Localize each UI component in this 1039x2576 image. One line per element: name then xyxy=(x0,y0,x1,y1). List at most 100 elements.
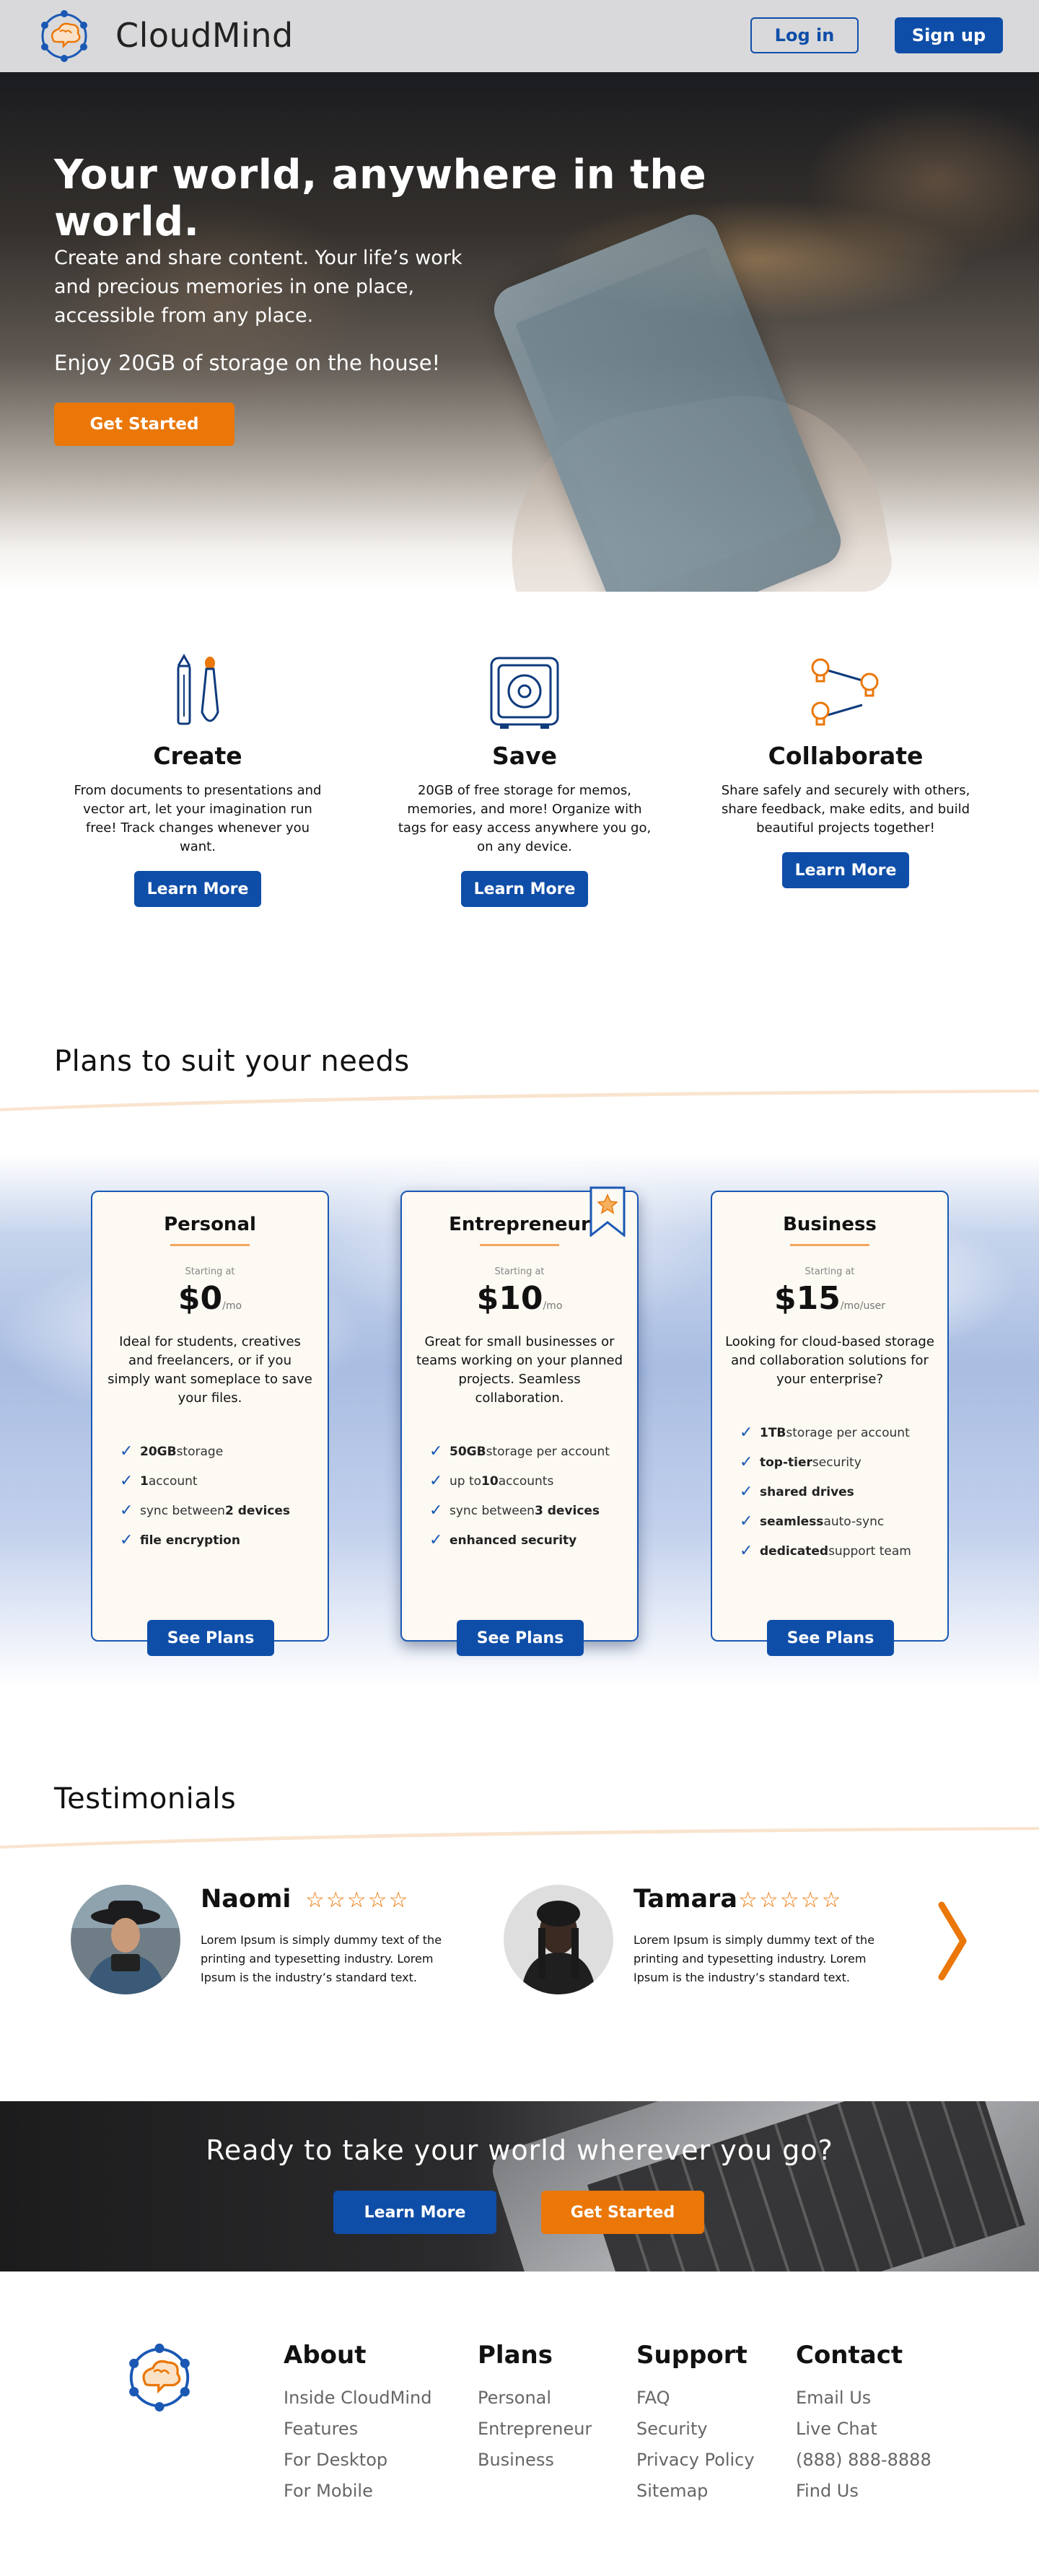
feature-text: From documents to presentations and vect… xyxy=(74,783,322,854)
band-title: Ready to take your world wherever you go… xyxy=(206,2134,833,2166)
footer-column-support: Support FAQ Security Privacy Policy Site… xyxy=(636,2341,755,2507)
footer-column-title: Support xyxy=(636,2341,748,2370)
footer-link[interactable]: Live Chat xyxy=(796,2414,931,2445)
plan-feature-item: ✓ dedicated support team xyxy=(740,1542,911,1560)
feature-text: Share safely and securely with others, s… xyxy=(721,783,970,836)
footer-column-title: Contact xyxy=(796,2341,903,2370)
footer-column-contact: Contact Email Us Live Chat (888) 888-888… xyxy=(796,2341,931,2507)
avatar xyxy=(504,1885,613,1994)
plan-price-period: /mo/user xyxy=(840,1300,886,1312)
footer-link[interactable]: Sitemap xyxy=(636,2476,755,2507)
footer-link[interactable]: For Mobile xyxy=(284,2476,431,2507)
footer-link[interactable]: (888) 888-8888 xyxy=(796,2445,931,2476)
plan-name: Personal xyxy=(164,1214,256,1235)
top-nav: CloudMind Log in Sign up xyxy=(0,0,1039,72)
featured-star-ribbon-icon xyxy=(589,1186,626,1237)
footer-link[interactable]: Entrepreneur xyxy=(478,2414,592,2445)
avatar xyxy=(71,1885,180,1994)
check-icon: ✓ xyxy=(120,1502,133,1520)
check-icon: ✓ xyxy=(120,1472,133,1490)
plan-feature-item: ✓ sync between 2 devices xyxy=(120,1502,291,1520)
plan-feature-item: ✓ seamless auto-sync xyxy=(740,1512,885,1530)
hero-subtitle: Create and share content. Your life’s wo… xyxy=(54,247,462,327)
footer-link[interactable]: Inside CloudMind xyxy=(284,2383,431,2414)
hero-section: Your world, anywhere in the world. Creat… xyxy=(0,72,1039,592)
testimonial-name: Tamara xyxy=(634,1885,737,1914)
brand-name[interactable]: CloudMind xyxy=(115,16,294,55)
testimonials-section-title: Testimonials xyxy=(54,1782,237,1815)
footer-link[interactable]: Privacy Policy xyxy=(636,2445,755,2476)
footer-link[interactable]: Email Us xyxy=(796,2383,931,2414)
plan-card-business: Business Starting at $15/mo/user Looking… xyxy=(711,1191,949,1656)
band-get-started-button[interactable]: Get Started xyxy=(541,2191,704,2234)
plan-price-period: /mo xyxy=(543,1300,563,1312)
plan-feature-item: ✓ 1 account xyxy=(120,1472,198,1490)
plan-feature-list: ✓ 50GB storage per account ✓ up to 10 acco… xyxy=(429,1437,637,1555)
learn-more-button[interactable]: Learn More xyxy=(461,871,588,907)
footer-column-title: Plans xyxy=(478,2341,553,2370)
cloudmind-logo-icon[interactable] xyxy=(36,6,92,66)
plan-feature-item: ✓ 20GB storage xyxy=(120,1442,224,1460)
footer-link[interactable]: Security xyxy=(636,2414,755,2445)
plan-feature-item: ✓ top-tier security xyxy=(740,1453,862,1471)
plan-feature-item: ✓ sync between 3 devices xyxy=(429,1502,600,1520)
check-icon: ✓ xyxy=(740,1512,753,1530)
testimonial-quote: Lorem Ipsum is simply dummy text of the … xyxy=(201,1933,442,1984)
signup-button[interactable]: Sign up xyxy=(895,17,1003,53)
testimonials-divider-swoosh xyxy=(0,1827,1039,1849)
see-plans-button[interactable]: See Plans xyxy=(457,1620,584,1656)
check-icon: ✓ xyxy=(740,1542,753,1560)
footer-link[interactable]: For Desktop xyxy=(284,2445,431,2476)
plan-description: Ideal for students, creatives and freela… xyxy=(108,1334,312,1406)
check-icon: ✓ xyxy=(740,1483,753,1501)
plan-feature-item: ✓ shared drives xyxy=(740,1483,854,1501)
plan-price-period: /mo xyxy=(222,1300,242,1312)
feature-title: Create xyxy=(153,742,242,770)
footer-column-plans: Plans Personal Entrepreneur Business xyxy=(478,2341,592,2476)
check-icon: ✓ xyxy=(740,1453,753,1471)
footer-link[interactable]: Features xyxy=(284,2414,431,2445)
check-icon: ✓ xyxy=(740,1424,753,1442)
plan-card-personal: Personal Starting at $0/mo Ideal for stu… xyxy=(91,1191,329,1656)
plan-starting-label: Starting at xyxy=(185,1266,235,1277)
footer-link[interactable]: Personal xyxy=(478,2383,592,2414)
feature-title: Save xyxy=(492,742,557,770)
plan-description: Great for small businesses or teams work… xyxy=(416,1334,623,1406)
see-plans-button[interactable]: See Plans xyxy=(147,1620,274,1656)
check-icon: ✓ xyxy=(120,1442,133,1460)
pencil-brush-icon xyxy=(53,649,342,736)
footer-column-about: About Inside CloudMind Features For Desk… xyxy=(284,2341,431,2507)
plan-feature-item: ✓ 50GB storage per account xyxy=(429,1442,610,1460)
band-learn-more-button[interactable]: Learn More xyxy=(333,2191,496,2234)
band-background-laptop xyxy=(487,2101,1039,2271)
chevron-right-icon[interactable] xyxy=(934,1898,970,1984)
footer-link[interactable]: Find Us xyxy=(796,2476,931,2507)
footer-link[interactable]: Business xyxy=(478,2445,592,2476)
footer-link[interactable]: FAQ xyxy=(636,2383,755,2414)
plans-section-title: Plans to suit your needs xyxy=(54,1045,410,1078)
plan-price: $0 xyxy=(177,1280,223,1317)
star-rating-icon: ☆☆☆☆☆ xyxy=(305,1888,410,1913)
feature-collaborate: Collaborate Share safely and securely wi… xyxy=(701,649,990,888)
login-button[interactable]: Log in xyxy=(750,17,859,53)
see-plans-button[interactable]: See Plans xyxy=(767,1620,894,1656)
plan-description: Looking for cloud-based storage and coll… xyxy=(725,1334,934,1387)
footer-logo-icon[interactable] xyxy=(123,2338,196,2417)
plan-feature-item: ✓ file encryption xyxy=(120,1531,240,1549)
check-icon: ✓ xyxy=(429,1502,443,1520)
feature-text: 20GB of free storage for memos, memories… xyxy=(398,783,652,854)
testimonial-card: Naomi ☆☆☆☆☆ Lorem Ipsum is simply dummy … xyxy=(71,1885,475,2000)
check-icon: ✓ xyxy=(429,1472,443,1490)
plan-feature-item: ✓ enhanced security xyxy=(429,1531,577,1549)
feature-save: Save 20GB of free storage for memos, mem… xyxy=(380,649,669,907)
feature-create: Create From documents to presentations a… xyxy=(53,649,342,907)
learn-more-button[interactable]: Learn More xyxy=(134,871,261,907)
learn-more-button[interactable]: Learn More xyxy=(782,852,909,888)
plan-starting-label: Starting at xyxy=(494,1266,545,1277)
plan-name: Business xyxy=(783,1214,877,1235)
testimonial-name: Naomi xyxy=(201,1885,291,1914)
cta-band: Ready to take your world wherever you go… xyxy=(0,2101,1039,2271)
plan-feature-item: ✓ up to 10 accounts xyxy=(429,1472,554,1490)
check-icon: ✓ xyxy=(120,1531,133,1549)
hero-get-started-button[interactable]: Get Started xyxy=(54,403,234,446)
